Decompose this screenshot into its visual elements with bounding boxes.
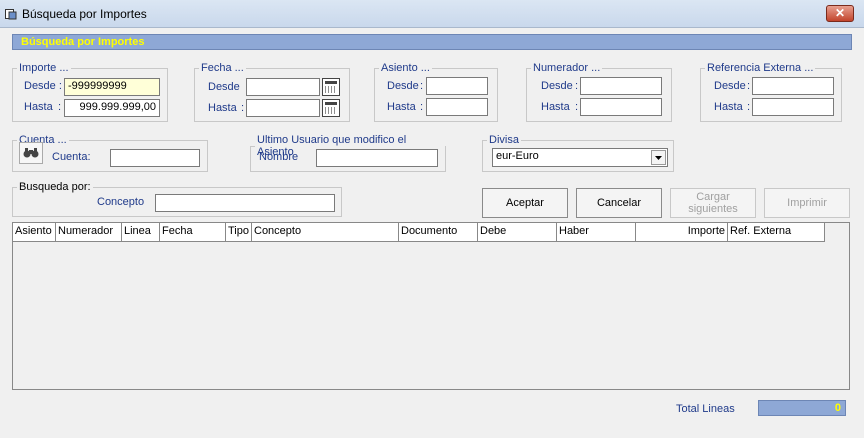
numerador-desde-colon: : <box>575 80 579 92</box>
grid-column-tipo[interactable]: Tipo <box>226 223 252 241</box>
referencia-desde-input[interactable] <box>752 77 834 95</box>
numerador-desde-label: Desde <box>541 80 573 92</box>
calendar-icon[interactable] <box>322 99 340 117</box>
busqueda-legend: Busqueda por: <box>19 181 91 193</box>
asiento-desde-colon: : <box>420 80 424 92</box>
imprimir-button[interactable]: Imprimir <box>764 188 850 218</box>
referencia-legend: Referencia Externa ... <box>707 62 814 74</box>
grid-column-debe[interactable]: Debe <box>478 223 557 241</box>
numerador-desde-input[interactable] <box>580 77 662 95</box>
numerador-legend: Numerador ... <box>533 62 601 74</box>
cargar-line1: Cargar <box>696 191 730 203</box>
asiento-hasta-label: Hasta <box>387 101 416 113</box>
grid-header: Asiento Numerador Linea Fecha Tipo Conce… <box>13 223 825 242</box>
aceptar-button[interactable]: Aceptar <box>482 188 568 218</box>
close-button[interactable]: ✕ <box>826 5 854 22</box>
concepto-input[interactable] <box>155 194 335 212</box>
fecha-hasta-colon: : <box>241 102 245 114</box>
asiento-desde-label: Desde <box>387 80 419 92</box>
asiento-legend: Asiento ... <box>381 62 430 74</box>
importe-hasta-colon: : <box>58 101 62 113</box>
numerador-hasta-input[interactable] <box>580 98 662 116</box>
cancelar-button[interactable]: Cancelar <box>576 188 662 218</box>
fecha-hasta-input[interactable] <box>246 99 320 117</box>
divisa-selected-value: eur-Euro <box>496 150 539 162</box>
referencia-hasta-input[interactable] <box>752 98 834 116</box>
numerador-hasta-label: Hasta <box>541 101 570 113</box>
grid-column-linea[interactable]: Linea <box>122 223 160 241</box>
grid-column-ref-externa[interactable]: Ref. Externa <box>728 223 825 241</box>
results-grid[interactable]: Asiento Numerador Linea Fecha Tipo Conce… <box>12 222 850 390</box>
fecha-desde-label: Desde <box>208 81 240 93</box>
importe-desde-input[interactable]: -999999999 <box>64 78 160 96</box>
cuenta-label: Cuenta: <box>52 151 91 163</box>
binoculars-icon[interactable] <box>19 142 43 164</box>
fecha-hasta-label: Hasta <box>208 102 237 114</box>
concepto-label: Concepto <box>97 196 145 208</box>
referencia-hasta-label: Hasta <box>714 101 743 113</box>
grid-column-asiento[interactable]: Asiento <box>13 223 56 241</box>
fecha-desde-input[interactable] <box>246 78 320 96</box>
importe-hasta-label: Hasta <box>24 101 53 113</box>
importe-desde-label: Desde : <box>24 80 62 92</box>
chevron-down-icon[interactable] <box>651 150 666 165</box>
app-icon <box>5 8 17 20</box>
cargar-siguientes-button[interactable]: Cargar siguientes <box>670 188 756 218</box>
usuario-nombre-input[interactable] <box>316 149 438 167</box>
asiento-desde-input[interactable] <box>426 77 488 95</box>
importe-hasta-input[interactable]: 999.999.999,00 <box>64 99 160 117</box>
divisa-select[interactable]: eur-Euro <box>492 148 668 167</box>
grid-column-documento[interactable]: Documento <box>399 223 478 241</box>
grid-column-haber[interactable]: Haber <box>557 223 636 241</box>
cargar-line2: siguientes <box>688 203 738 215</box>
form-header-title: Búsqueda por Importes <box>21 36 145 48</box>
referencia-hasta-colon: : <box>747 101 751 113</box>
total-lineas-label: Total Lineas <box>676 403 735 415</box>
fecha-legend: Fecha ... <box>201 62 244 74</box>
window-title: Búsqueda por Importes <box>22 7 147 21</box>
divisa-legend: Divisa <box>489 134 519 146</box>
calendar-icon[interactable] <box>322 78 340 96</box>
grid-column-numerador[interactable]: Numerador <box>56 223 122 241</box>
asiento-hasta-colon: : <box>420 101 424 113</box>
grid-column-fecha[interactable]: Fecha <box>160 223 226 241</box>
grid-column-importe[interactable]: Importe <box>636 223 728 241</box>
importe-legend: Importe ... <box>19 62 69 74</box>
referencia-desde-label: Desde <box>714 80 746 92</box>
usuario-nombre-label: Nombre <box>259 151 299 163</box>
asiento-hasta-input[interactable] <box>426 98 488 116</box>
window-title-bar[interactable]: Búsqueda por Importes ✕ <box>0 0 864 28</box>
form-header: Búsqueda por Importes <box>12 34 852 50</box>
grid-column-concepto[interactable]: Concepto <box>252 223 399 241</box>
numerador-hasta-colon: : <box>575 101 579 113</box>
cuenta-input[interactable] <box>110 149 200 167</box>
referencia-desde-colon: : <box>747 80 751 92</box>
total-lineas-value: 0 <box>758 400 846 416</box>
